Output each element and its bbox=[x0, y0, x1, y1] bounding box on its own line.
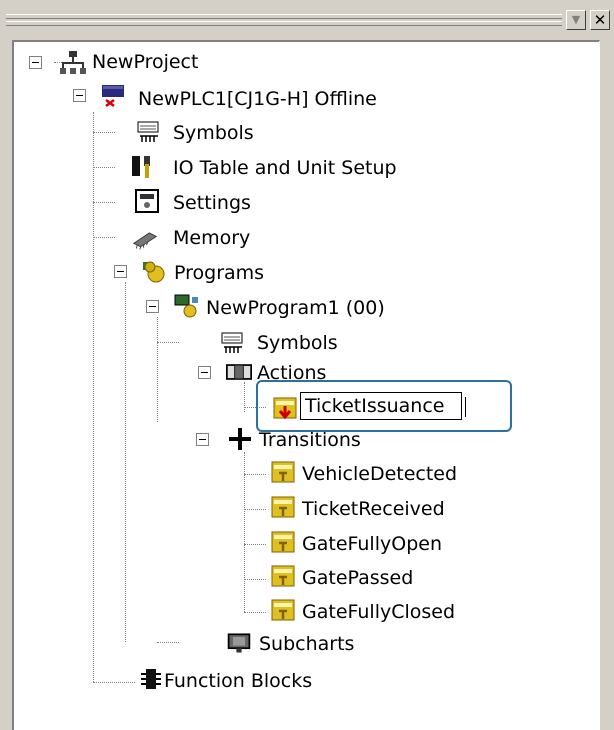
function-blocks-icon bbox=[141, 669, 161, 689]
grip-bar-lower[interactable] bbox=[6, 21, 562, 26]
transition-item-icon bbox=[271, 565, 295, 587]
tree-item-transition[interactable]: GateFullyClosed bbox=[302, 601, 455, 623]
docked-pane-titlebar: ▼ ✕ bbox=[0, 0, 614, 40]
tree-item-subcharts[interactable]: Subcharts bbox=[259, 633, 354, 655]
transitions-icon bbox=[229, 428, 251, 450]
pane-dropdown-button[interactable]: ▼ bbox=[566, 10, 586, 30]
tree-item-transition[interactable]: TicketReceived bbox=[302, 498, 445, 520]
collapse-button[interactable] bbox=[196, 433, 209, 446]
close-button[interactable]: ✕ bbox=[590, 10, 610, 30]
transition-item-icon bbox=[271, 496, 295, 518]
transition-item-icon bbox=[271, 599, 295, 621]
tree-item-transition[interactable]: VehicleDetected bbox=[302, 463, 457, 485]
subcharts-icon bbox=[227, 633, 251, 653]
tree-item-function-blocks[interactable]: Function Blocks bbox=[164, 670, 312, 692]
grip-bar[interactable] bbox=[6, 14, 562, 19]
tree-lower-section: Transitions VehicleDetected TicketReceiv… bbox=[12, 40, 600, 720]
tree-item-transitions[interactable]: Transitions bbox=[259, 429, 361, 451]
tree-item-transition[interactable]: GatePassed bbox=[302, 567, 413, 589]
transition-item-icon bbox=[271, 461, 295, 483]
transition-item-icon bbox=[271, 531, 295, 553]
tree-item-transition[interactable]: GateFullyOpen bbox=[302, 533, 442, 555]
